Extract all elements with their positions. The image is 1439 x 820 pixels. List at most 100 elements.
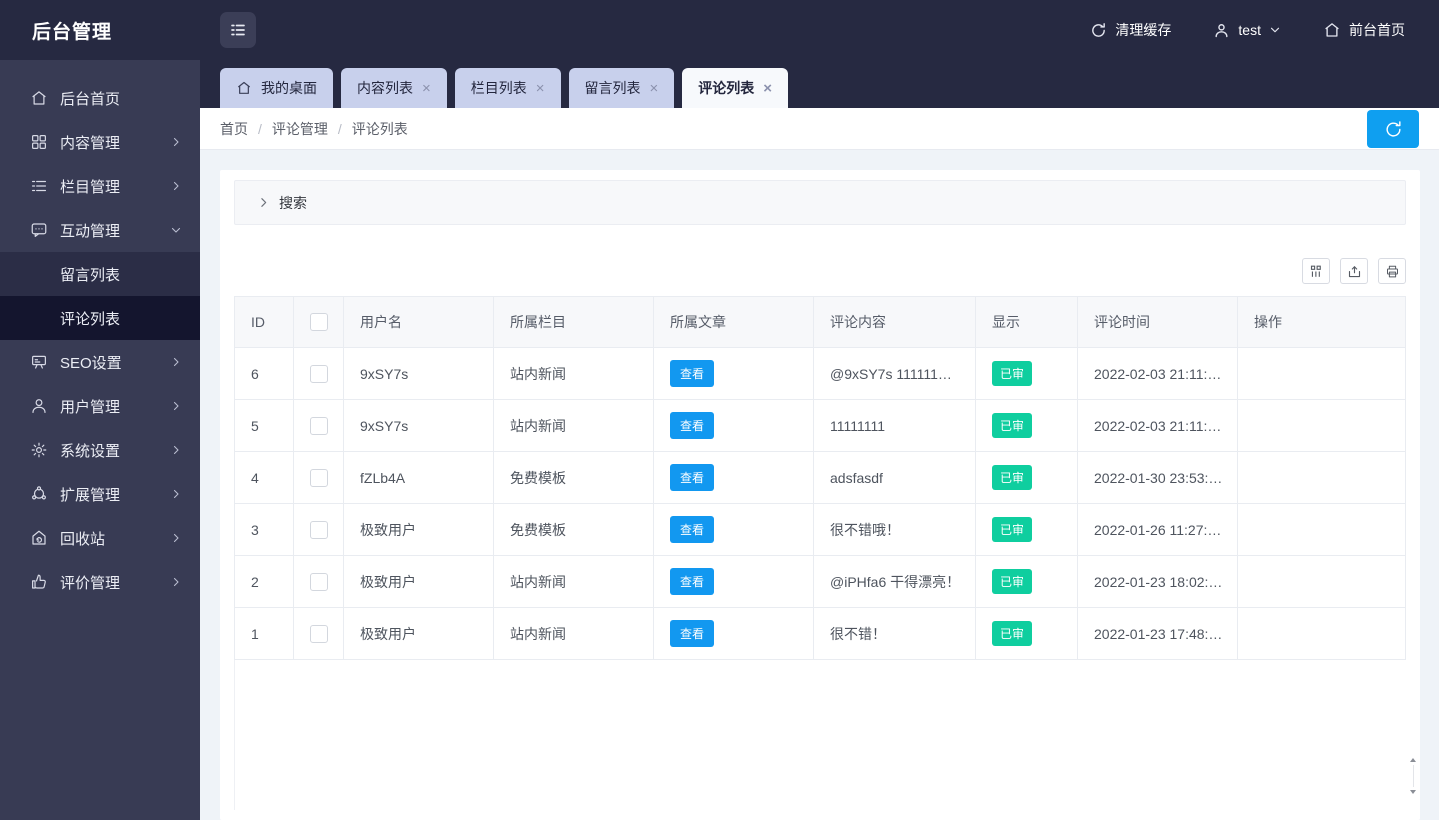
sidebar-item-label: 互动管理 xyxy=(60,222,121,240)
cell-time: 2022-01-30 23:53:… xyxy=(1078,452,1238,503)
cell-category: 站内新闻 xyxy=(494,556,654,607)
view-article-button[interactable]: 查看 xyxy=(670,412,715,439)
topbar-right: 清理缓存 test 前台首页 xyxy=(1090,20,1439,40)
status-badge: 已审 xyxy=(992,361,1033,386)
chevron-right-icon xyxy=(170,180,182,192)
cell-category: 免费模板 xyxy=(494,452,654,503)
tab-column-list[interactable]: 栏目列表 × xyxy=(454,68,561,108)
table-row: 1 极致用户 站内新闻 查看 很不错！ 已审 2022-01-23 17:48:… xyxy=(234,608,1406,660)
close-icon[interactable]: × xyxy=(536,81,545,96)
sidebar-item-label: SEO设置 xyxy=(60,354,122,372)
breadcrumb-home[interactable]: 首页 xyxy=(220,119,248,139)
chevron-right-icon xyxy=(170,444,182,456)
row-checkbox[interactable] xyxy=(309,624,328,643)
sidebar-item-content-management[interactable]: 内容管理 xyxy=(0,120,200,164)
view-article-button[interactable]: 查看 xyxy=(670,360,715,387)
header-time: 评论时间 xyxy=(1078,297,1238,347)
cell-category: 站内新闻 xyxy=(494,348,654,399)
refresh-page-button[interactable] xyxy=(1367,110,1419,148)
export-button[interactable] xyxy=(1340,258,1368,284)
columns-toggle-button[interactable] xyxy=(1302,258,1330,284)
list-icon xyxy=(30,177,48,195)
card-scrollbar[interactable] xyxy=(1408,758,1418,794)
grid-icon xyxy=(30,133,48,151)
search-panel-label: 搜索 xyxy=(279,194,307,211)
main-area: 我的桌面 内容列表 × 栏目列表 × 留言列表 × 评论列表 × 首页 / 评论… xyxy=(200,60,1439,820)
close-icon[interactable]: × xyxy=(650,81,659,96)
sidebar-item-user-management[interactable]: 用户管理 xyxy=(0,384,200,428)
sidebar-item-column-management[interactable]: 栏目管理 xyxy=(0,164,200,208)
sidebar-collapse-button[interactable] xyxy=(220,12,256,48)
tab-label: 评论列表 xyxy=(698,80,755,96)
clear-cache-button[interactable]: 清理缓存 xyxy=(1090,20,1171,40)
user-icon xyxy=(30,397,48,415)
sidebar-item-seo-settings[interactable]: SEO设置 xyxy=(0,340,200,384)
tab-my-desktop[interactable]: 我的桌面 xyxy=(220,68,333,108)
app-title: 后台管理 xyxy=(32,21,113,43)
chat-icon xyxy=(30,221,48,239)
chevron-down-icon xyxy=(1269,24,1281,36)
sidebar-subitem-comment-list[interactable]: 评论列表 xyxy=(0,296,200,340)
cell-username: 极致用户 xyxy=(344,556,494,607)
row-checkbox[interactable] xyxy=(309,572,328,591)
scrollbar-track[interactable] xyxy=(1412,765,1414,787)
row-checkbox[interactable] xyxy=(309,468,328,487)
search-collapse-panel[interactable]: 搜索 xyxy=(234,180,1406,225)
view-article-button[interactable]: 查看 xyxy=(670,568,715,595)
header-article: 所属文章 xyxy=(654,297,814,347)
sidebar-item-review-management[interactable]: 评价管理 xyxy=(0,560,200,604)
chevron-right-icon xyxy=(170,136,182,148)
sidebar-item-recycle-bin[interactable]: 回收站 xyxy=(0,516,200,560)
tab-message-list[interactable]: 留言列表 × xyxy=(568,68,675,108)
sidebar-item-backend-home[interactable]: 后台首页 xyxy=(0,76,200,120)
comments-table: ID 用户名 所属栏目 所属文章 评论内容 显示 评论时间 操作 6 9xSY7… xyxy=(234,296,1406,660)
tab-comment-list[interactable]: 评论列表 × xyxy=(682,68,789,108)
comment-list-card: 搜索 ID 用户名 所属栏目 所属文章 评论内容 显示 评论时间 操作 6 9x… xyxy=(220,170,1420,820)
layout: 后台首页 内容管理 栏目管理 互动管理 留言列表 评论列表 SEO设置 用户管理… xyxy=(0,60,1439,820)
cell-content: adsfasdf xyxy=(814,452,976,503)
cell-actions xyxy=(1238,400,1406,451)
cell-id: 4 xyxy=(234,452,294,503)
row-checkbox[interactable] xyxy=(309,364,328,383)
home-icon xyxy=(1323,21,1341,39)
header-actions: 操作 xyxy=(1238,297,1406,347)
sidebar: 后台首页 内容管理 栏目管理 互动管理 留言列表 评论列表 SEO设置 用户管理… xyxy=(0,60,200,820)
chevron-down-icon xyxy=(170,224,182,236)
row-checkbox[interactable] xyxy=(309,416,328,435)
thumbs-up-icon xyxy=(30,573,48,591)
sidebar-item-system-settings[interactable]: 系统设置 xyxy=(0,428,200,472)
cell-actions xyxy=(1238,452,1406,503)
tab-content-list[interactable]: 内容列表 × xyxy=(341,68,447,108)
table-row: 2 极致用户 站内新闻 查看 @iPHfa6 干得漂亮！ 已审 2022-01-… xyxy=(234,556,1406,608)
cell-content: @iPHfa6 干得漂亮！ xyxy=(814,556,976,607)
header-id: ID xyxy=(234,297,294,347)
sidebar-subitem-label: 评论列表 xyxy=(60,310,121,328)
cell-username: 9xSY7s xyxy=(344,400,494,451)
close-icon[interactable]: × xyxy=(422,81,431,96)
cell-category: 站内新闻 xyxy=(494,608,654,659)
breadcrumb-comment-management[interactable]: 评论管理 xyxy=(272,119,328,139)
scroll-up-arrow-icon[interactable] xyxy=(1410,758,1416,762)
header-content: 评论内容 xyxy=(814,297,976,347)
select-all-checkbox[interactable] xyxy=(309,313,328,331)
user-menu[interactable]: test xyxy=(1213,22,1281,39)
print-button[interactable] xyxy=(1378,258,1406,284)
scroll-down-arrow-icon[interactable] xyxy=(1410,790,1416,794)
tab-label: 栏目列表 xyxy=(470,80,527,96)
view-article-button[interactable]: 查看 xyxy=(670,620,715,647)
chevron-right-icon xyxy=(170,576,182,588)
close-icon[interactable]: × xyxy=(763,81,772,96)
view-article-button[interactable]: 查看 xyxy=(670,516,715,543)
sidebar-item-interaction-management[interactable]: 互动管理 xyxy=(0,208,200,252)
table-toolbar xyxy=(234,258,1406,284)
refresh-icon xyxy=(1384,120,1403,139)
sidebar-subitem-message-list[interactable]: 留言列表 xyxy=(0,252,200,296)
view-article-button[interactable]: 查看 xyxy=(670,464,715,491)
cell-time: 2022-01-26 11:27:… xyxy=(1078,504,1238,555)
front-home-link[interactable]: 前台首页 xyxy=(1323,20,1405,40)
status-badge: 已审 xyxy=(992,621,1033,646)
export-icon xyxy=(1347,264,1362,279)
row-checkbox[interactable] xyxy=(309,520,328,539)
sidebar-item-extension-management[interactable]: 扩展管理 xyxy=(0,472,200,516)
cell-content: @9xSY7s 111111… xyxy=(814,348,976,399)
